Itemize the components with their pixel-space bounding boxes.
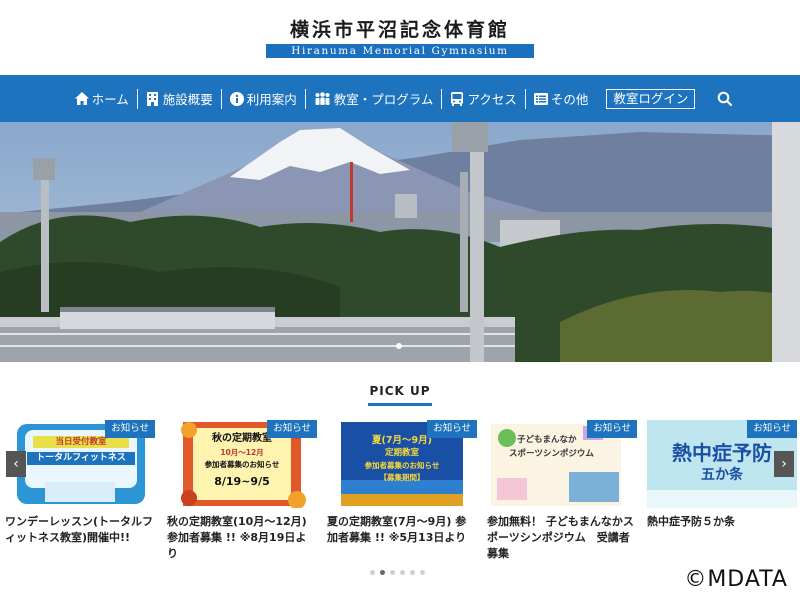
carousel-dot[interactable] <box>400 570 405 575</box>
carousel-dot[interactable] <box>420 570 425 575</box>
hero-slideshow[interactable] <box>0 122 800 362</box>
card-title[interactable]: 夏の定期教室(7月～9月) 参加者募集 !! ※5月13日より <box>327 514 477 546</box>
card-image: 夏(7月～9月) 定期教室 参加者募集のお知らせ 【募集期間】 お知らせ <box>327 420 477 508</box>
card-image-text: 参加者募集のお知らせ <box>364 461 440 470</box>
pickup-card[interactable]: 秋の定期教室 10月～12月 参加者募集のお知らせ 8/19~9/5 お知らせ … <box>167 420 317 562</box>
notice-badge: お知らせ <box>587 420 637 438</box>
site-logo[interactable]: 横浜市平沼記念体育館 Hiranuma Memorial Gymnasium <box>266 18 534 58</box>
carousel-dot[interactable] <box>410 570 415 575</box>
pickup-card[interactable]: 子どもまんなか スポーツシンポジウム お知らせ 参加無料！ 子どもまんなかスポー… <box>487 420 637 562</box>
notice-badge: お知らせ <box>747 420 797 438</box>
carousel-prev-button[interactable]: ‹ <box>6 451 26 477</box>
nav-item-home[interactable]: ホーム <box>67 89 137 109</box>
pickup-underline <box>368 403 432 406</box>
card-title[interactable]: 秋の定期教室(10月～12月) 参加者募集 !! ※8月19日より <box>167 514 317 562</box>
slideshow-dot[interactable] <box>396 343 402 349</box>
chevron-right-icon: › <box>781 456 787 472</box>
nav-divider <box>136 88 138 109</box>
notice-badge: お知らせ <box>427 420 477 438</box>
card-image: 当日受付教室 トータルフィットネス お知らせ <box>5 420 155 508</box>
card-image-text: トータルフィットネス <box>36 453 126 463</box>
pickup-carousel: 当日受付教室 トータルフィットネス お知らせ ワンデーレッスン(トータルフィット… <box>0 420 800 560</box>
nav-item-access[interactable]: アクセス <box>442 89 524 109</box>
home-icon <box>74 92 89 106</box>
nav-label-home: ホーム <box>91 92 129 107</box>
nav-divider <box>220 88 222 109</box>
carousel-dot[interactable] <box>370 570 375 575</box>
nav-divider <box>441 88 443 109</box>
carousel-next-button[interactable]: › <box>774 451 794 477</box>
search-icon[interactable] <box>717 91 733 107</box>
chevron-left-icon: ‹ <box>13 456 19 472</box>
card-image-text: 定期教室 <box>384 448 419 458</box>
hero-image <box>0 122 800 362</box>
info-icon <box>229 91 244 106</box>
card-image-text: 参加者募集のお知らせ <box>204 460 280 469</box>
pickup-card[interactable]: 当日受付教室 トータルフィットネス お知らせ ワンデーレッスン(トータルフィット… <box>5 420 155 546</box>
class-login-button[interactable]: 教室ログイン <box>606 88 696 109</box>
nav-divider <box>304 88 306 109</box>
card-image-text: スポーツシンポジウム <box>509 449 594 459</box>
watermark: ©MDATA <box>684 567 788 592</box>
card-image-text: 【募集期間】 <box>379 473 425 482</box>
carousel-dot[interactable] <box>380 570 385 575</box>
carousel-dots <box>370 570 425 575</box>
nav-divider <box>524 88 526 109</box>
nav-label-other: その他 <box>550 92 589 107</box>
nav-item-programs[interactable]: 教室・プログラム <box>306 89 442 109</box>
nav-label-guide: 利用案内 <box>246 92 297 107</box>
nav-label-facility: 施設概要 <box>162 92 213 107</box>
logo-title-jp: 横浜市平沼記念体育館 <box>289 19 510 41</box>
card-image: 子どもまんなか スポーツシンポジウム お知らせ <box>487 420 637 508</box>
people-icon <box>314 92 331 106</box>
pickup-heading: PICK UP <box>369 384 431 398</box>
card-image-text: 10月～12月 <box>220 448 264 457</box>
nav-label-access: アクセス <box>467 92 517 107</box>
nav-item-facility[interactable]: 施設概要 <box>138 89 221 109</box>
building-icon <box>146 91 160 106</box>
nav-item-other[interactable]: その他 <box>526 89 597 109</box>
card-title[interactable]: 熱中症予防５か条 <box>647 514 797 530</box>
pickup-card[interactable]: 夏(7月～9月) 定期教室 参加者募集のお知らせ 【募集期間】 お知らせ 夏の定… <box>327 420 477 546</box>
carousel-dot[interactable] <box>390 570 395 575</box>
bus-icon <box>450 91 464 106</box>
card-title[interactable]: 参加無料！ 子どもまんなかスポーツシンポジウム 受講者募集 <box>487 514 637 562</box>
card-image: 秋の定期教室 10月～12月 参加者募集のお知らせ 8/19~9/5 お知らせ <box>167 420 317 508</box>
notice-badge: お知らせ <box>267 420 317 438</box>
nav-label-programs: 教室・プログラム <box>333 92 434 107</box>
logo-title-en: Hiranuma Memorial Gymnasium <box>266 44 534 58</box>
card-title[interactable]: ワンデーレッスン(トータルフィットネス教室)開催中!! <box>5 514 155 546</box>
nav-item-guide[interactable]: 利用案内 <box>222 89 305 109</box>
card-image-text: 8/19~9/5 <box>214 475 270 488</box>
notice-badge: お知らせ <box>105 420 155 438</box>
main-nav: ホーム 施設概要 利用案内 教室・プログラム アクセス その他 教室ログイン <box>0 75 800 122</box>
list-icon <box>533 92 548 106</box>
site-header: 横浜市平沼記念体育館 Hiranuma Memorial Gymnasium <box>0 0 800 75</box>
